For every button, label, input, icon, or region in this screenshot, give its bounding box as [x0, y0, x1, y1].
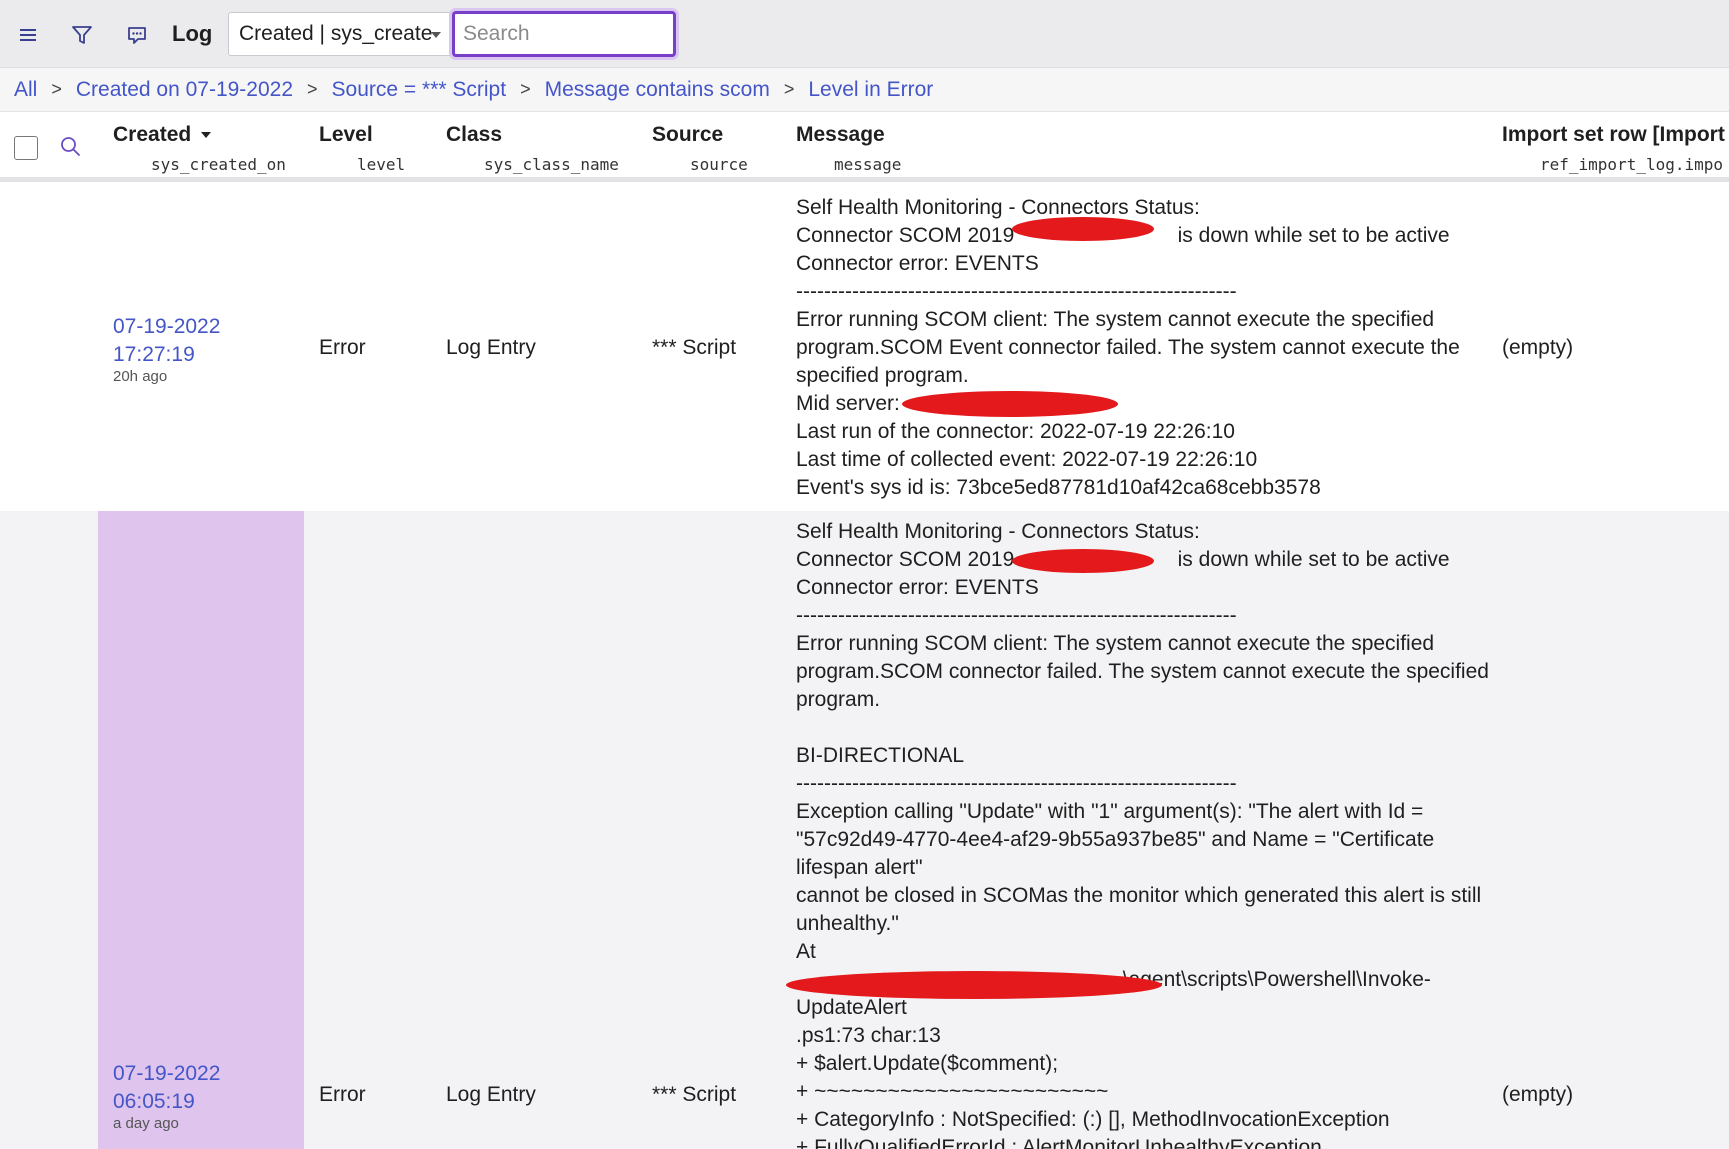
message-line: Last run of the connector: 2022-07-19 22…: [796, 420, 1235, 443]
column-source-field: source: [690, 155, 748, 174]
breadcrumb: All > Created on 07-19-2022 > Source = *…: [0, 68, 1729, 112]
table-row[interactable]: 07-19-2022 17:27:19 20h ago Error Log En…: [0, 187, 1729, 511]
list-title: Log: [172, 21, 213, 46]
message-cell: Self Health Monitoring - Connectors Stat…: [796, 194, 1460, 502]
message-line: BI-DIRECTIONAL: [796, 744, 965, 767]
message-line: Connector error: EVENTS: [796, 252, 1039, 275]
created-time-link[interactable]: 17:27:19: [113, 341, 220, 369]
breadcrumb-all[interactable]: All: [14, 78, 37, 102]
breadcrumb-separator: >: [307, 79, 318, 99]
log-list-page: Log Created | sys_create All > Created o…: [0, 0, 1729, 1149]
message-line: Event's sys id is: 73bce5ed87781d10af42c…: [796, 476, 1321, 499]
message-line: Error running SCOM client: The system ca…: [796, 308, 1435, 331]
redaction-mark: [902, 391, 1118, 417]
message-line: + $alert.Update($comment);: [796, 1052, 1059, 1075]
message-line: + CategoryInfo : NotSpecified: (:) [], M…: [796, 1108, 1390, 1131]
message-line: Error running SCOM client: The system ca…: [796, 632, 1435, 655]
column-class[interactable]: Class sys_class_name: [446, 123, 619, 174]
sort-desc-icon[interactable]: [201, 132, 212, 138]
menu-icon[interactable]: [14, 20, 44, 50]
column-level[interactable]: Level level: [319, 123, 405, 174]
created-relative-time: a day ago: [113, 1115, 179, 1132]
breadcrumb-created-filter[interactable]: Created on 07-19-2022: [76, 78, 293, 102]
message-line: Self Health Monitoring - Connectors Stat…: [796, 520, 1200, 543]
chevron-down-icon: [431, 32, 441, 38]
column-class-label: Class: [446, 123, 503, 146]
message-line: At: [796, 940, 816, 963]
created-date-link[interactable]: 07-19-2022: [113, 1060, 220, 1088]
column-import-set-row-label: Import set row [Import L: [1502, 123, 1729, 146]
message-line: cannot be closed in SCOMas the monitor w…: [796, 884, 1482, 907]
message-line: UpdateAlert: [796, 996, 907, 1019]
message-line: specified program.: [796, 364, 969, 387]
message-line: ----------------------------------------…: [796, 604, 1237, 627]
class-cell: Log Entry: [446, 336, 536, 359]
message-line: [796, 714, 1489, 742]
redaction-mark: [1012, 549, 1154, 573]
message-line: lifespan alert": [796, 856, 923, 879]
message-line: Last time of collected event: 2022-07-19…: [796, 448, 1258, 471]
column-message[interactable]: Message message: [796, 123, 901, 174]
search-input[interactable]: [452, 11, 676, 57]
created-cell: 07-19-2022 17:27:19 20h ago: [113, 313, 220, 385]
created-time-link[interactable]: 06:05:19: [113, 1088, 220, 1116]
level-cell: Error: [319, 336, 366, 359]
column-class-field: sys_class_name: [484, 155, 619, 174]
column-level-field: level: [357, 155, 406, 174]
level-cell: Error: [319, 1083, 366, 1106]
message-line: + ~~~~~~~~~~~~~~~~~~~~~~~~: [796, 1080, 1109, 1103]
message-line: program.SCOM Event connector failed. The…: [796, 336, 1460, 359]
message-line: Exception calling "Update" with "1" argu…: [796, 800, 1424, 823]
chat-icon[interactable]: [122, 20, 152, 50]
message-line: unhealthy.": [796, 912, 899, 935]
column-import-set-row-field: ref_import_log.impo: [1540, 155, 1724, 174]
breadcrumb-source-filter[interactable]: Source = *** Script: [332, 78, 507, 102]
created-date-link[interactable]: 07-19-2022: [113, 313, 220, 341]
search-field-select[interactable]: Created | sys_create: [228, 12, 452, 56]
message-line: ----------------------------------------…: [796, 772, 1237, 795]
column-source-label: Source: [652, 123, 724, 146]
selected-cell-highlight: [98, 511, 304, 1149]
source-cell: *** Script: [652, 1083, 737, 1106]
source-cell: *** Script: [652, 336, 737, 359]
redaction-mark: [786, 971, 1162, 999]
message-line: + FullyQualifiedErrorId : AlertMonitorUn…: [796, 1136, 1322, 1149]
import-set-row-cell: (empty): [1502, 336, 1574, 359]
message-line: Connector error: EVENTS: [796, 576, 1039, 599]
import-set-row-cell: (empty): [1502, 1083, 1574, 1106]
column-import-set-row[interactable]: Import set row [Import L ref_import_log.…: [1502, 123, 1729, 174]
column-created-field: sys_created_on: [151, 155, 286, 174]
search-field-select-value: Created | sys_create: [239, 22, 433, 45]
column-search-icon[interactable]: [58, 134, 84, 160]
breadcrumb-level-filter[interactable]: Level in Error: [808, 78, 933, 102]
message-cell: Self Health Monitoring - Connectors Stat…: [796, 518, 1489, 1149]
message-line: program.SCOM connector failed. The syste…: [796, 660, 1489, 683]
redaction-mark: [1012, 217, 1154, 241]
column-message-field: message: [834, 155, 902, 174]
column-message-label: Message: [796, 123, 885, 146]
column-level-label: Level: [319, 123, 373, 146]
message-line: "57c92d49-4770-4ee4-af29-9b55a937be85" a…: [796, 828, 1435, 851]
column-source[interactable]: Source source: [652, 123, 748, 174]
breadcrumb-separator: >: [51, 79, 62, 99]
created-cell: 07-19-2022 06:05:19 a day ago: [113, 1060, 220, 1132]
breadcrumb-separator: >: [783, 79, 795, 99]
message-line: Mid server:: [796, 392, 900, 415]
breadcrumb-message-filter[interactable]: Message contains scom: [545, 78, 770, 102]
column-created[interactable]: Created sys_created_on: [113, 123, 286, 174]
filter-icon[interactable]: [67, 20, 97, 50]
column-created-label: Created: [113, 123, 192, 146]
list-toolbar: Log Created | sys_create: [0, 0, 1729, 68]
message-line: Self Health Monitoring - Connectors Stat…: [796, 196, 1200, 219]
message-line: program.: [796, 688, 881, 711]
message-line: ----------------------------------------…: [796, 280, 1237, 303]
select-all-checkbox[interactable]: [14, 136, 38, 160]
table-row-selected[interactable]: 07-19-2022 06:05:19 a day ago Error Log …: [0, 511, 1729, 1149]
breadcrumb-separator: >: [520, 79, 531, 99]
class-cell: Log Entry: [446, 1083, 536, 1106]
message-line: .ps1:73 char:13: [796, 1024, 941, 1047]
created-relative-time: 20h ago: [113, 368, 168, 385]
